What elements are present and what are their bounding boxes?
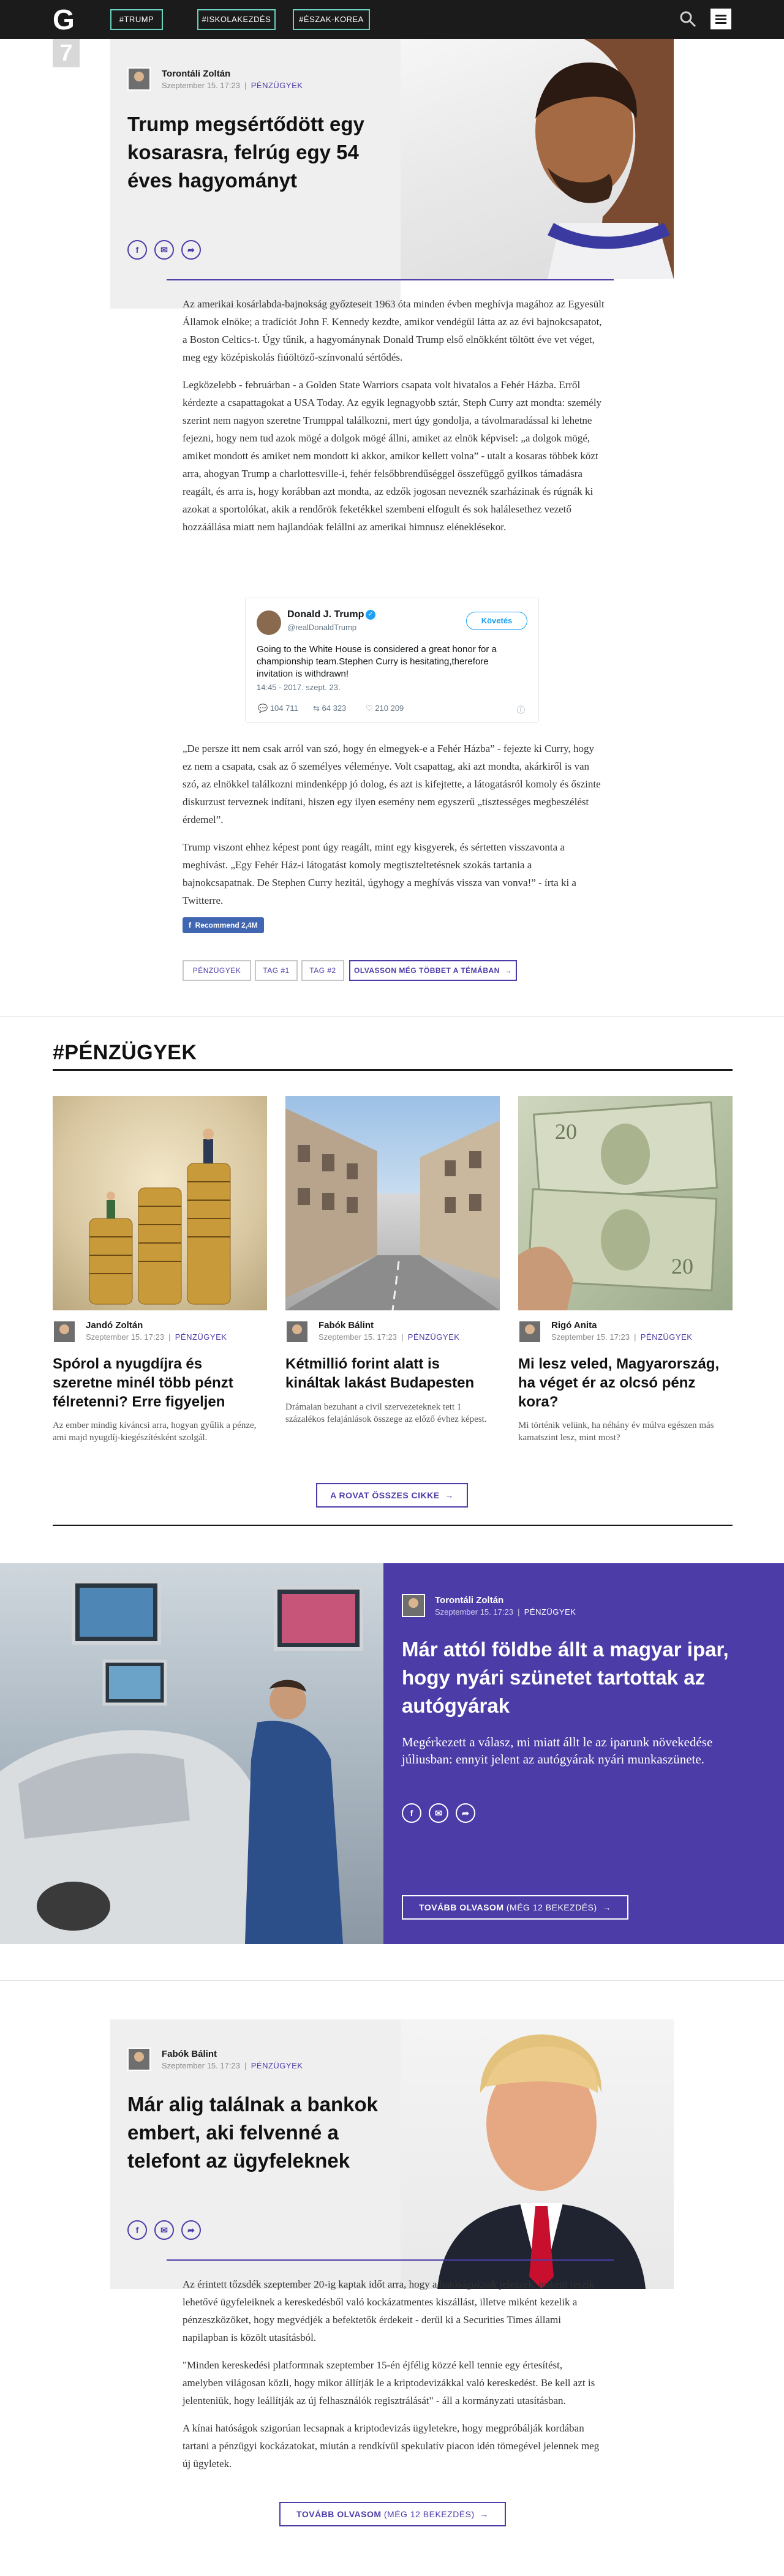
category-link[interactable]: PÉNZÜGYEK <box>524 1607 576 1617</box>
tweet-info-icon[interactable]: ⓘ <box>517 704 525 715</box>
article-paragraph: Trump viszont ehhez képest pont úgy reag… <box>183 841 576 906</box>
card-image-street[interactable] <box>285 1096 500 1310</box>
card-title[interactable]: Kétmillió forint alatt is kináltak lakás… <box>285 1354 494 1392</box>
category-link[interactable]: PÉNZÜGYEK <box>641 1332 693 1342</box>
hamburger-menu-icon[interactable] <box>710 9 731 29</box>
author-avatar <box>53 1320 76 1343</box>
tag-1[interactable]: TAG #1 <box>255 960 298 981</box>
author-name[interactable]: Torontáli Zoltán <box>435 1595 503 1605</box>
facebook-share-icon[interactable]: f <box>127 240 147 260</box>
svg-text:20: 20 <box>555 1119 577 1144</box>
tweet-author-name[interactable]: Donald J. Trump <box>287 609 364 620</box>
search-icon[interactable] <box>679 10 697 28</box>
article-paragraph: A kínai hatóságok szigorúan lecsapnak a … <box>183 2422 600 2469</box>
author-name[interactable]: Rigó Anita <box>551 1320 597 1331</box>
author-avatar <box>518 1320 541 1343</box>
facebook-share-icon[interactable]: f <box>402 1803 421 1823</box>
email-share-icon[interactable]: ✉ <box>429 1803 448 1823</box>
author-meta: Szeptember 15. 17:23 | PÉNZÜGYEK <box>551 1332 693 1342</box>
author-avatar <box>127 67 151 91</box>
article-hero-photo <box>401 2019 674 2289</box>
article-body: Az amerikai kosárlabda-bajnokság győztes… <box>183 295 605 546</box>
share-arrow-icon[interactable]: ➦ <box>181 2220 201 2240</box>
article-body-continued: „De persze itt nem csak arról van szó, h… <box>183 740 605 919</box>
article-paragraph: "Minden kereskedési platformnak szeptemb… <box>183 2359 595 2406</box>
card-title[interactable]: Mi lesz veled, Magyarország, ha véget ér… <box>518 1354 726 1411</box>
email-share-icon[interactable]: ✉ <box>154 2220 174 2240</box>
svg-text:20: 20 <box>671 1254 693 1279</box>
embedded-tweet[interactable]: Donald J. Trump ✓ @realDonaldTrump Követ… <box>245 598 539 723</box>
nav-tag-eszak-korea[interactable]: #ÉSZAK-KOREA <box>293 9 370 30</box>
article-paragraph: Az amerikai kosárlabda-bajnokság győztes… <box>183 298 605 363</box>
site-logo[interactable]: G <box>53 5 80 34</box>
category-link[interactable]: PÉNZÜGYEK <box>175 1332 227 1342</box>
article-paragraph: „De persze itt nem csak arról van szó, h… <box>183 743 601 825</box>
share-arrow-icon[interactable]: ➦ <box>456 1803 475 1823</box>
feature-panel: Torontáli Zoltán Szeptember 15. 17:23 | … <box>383 1563 784 1944</box>
author-meta: Szeptember 15. 17:23 | PÉNZÜGYEK <box>162 81 303 90</box>
nav-tag-iskolakezdes[interactable]: #ISKOLAKEZDÉS <box>197 9 276 30</box>
section-bottom-rule <box>53 1525 733 1526</box>
article-body: Az érintett tőzsdék szeptember 20-ig kap… <box>183 2275 605 2482</box>
card-excerpt: Mi történik velünk, ha néhány év múlva e… <box>518 1421 714 1443</box>
section-divider <box>0 1016 784 1017</box>
article-hero-photo <box>401 39 674 279</box>
verified-badge-icon: ✓ <box>366 610 375 620</box>
share-arrow-icon[interactable]: ➦ <box>181 240 201 260</box>
all-section-articles-button[interactable]: A ROVAT ÖSSZES CIKKE → <box>316 1483 468 1508</box>
feature-read-more-button[interactable]: TOVÁBB OLVASOM (MÉG 12 BEKEZDÉS) → <box>402 1895 628 1920</box>
facebook-share-icon[interactable]: f <box>127 2220 147 2240</box>
article-headline[interactable]: Már alig találnak a bankok embert, aki f… <box>127 2090 385 2175</box>
card-title[interactable]: Spórol a nyugdíjra és szeretne minél töb… <box>53 1354 261 1411</box>
tag-2[interactable]: TAG #2 <box>301 960 344 981</box>
tweet-replies[interactable]: 💬 104 711 <box>258 704 298 713</box>
section-title[interactable]: #PÉNZÜGYEK <box>53 1041 197 1065</box>
author-meta: Szeptember 15. 17:23 | PÉNZÜGYEK <box>162 2061 303 2070</box>
article-headline[interactable]: Trump megsértődött egy kosarasra, felrúg… <box>127 110 385 195</box>
feature-lead: Megérkezett a válasz, mi miatt állt le a… <box>402 1735 713 1767</box>
author-avatar <box>285 1320 309 1343</box>
tweet-timestamp[interactable]: 14:45 - 2017. szept. 23. <box>257 683 341 692</box>
article-read-more-button[interactable]: TOVÁBB OLVASOM (MÉG 12 BEKEZDÉS) → <box>279 2502 506 2526</box>
more-on-topic-button[interactable]: OLVASSON MÉG TÖBBET A TÉMÁBAN → <box>349 960 517 981</box>
article-paragraph: Legközelebb - februárban - a Golden Stat… <box>183 379 602 533</box>
card-excerpt: Az ember mindig kíváncsi arra, hogyan gy… <box>53 1421 257 1443</box>
feature-headline[interactable]: Már attól földbe állt a magyar ipar, hog… <box>402 1635 757 1720</box>
category-link[interactable]: PÉNZÜGYEK <box>408 1332 460 1342</box>
tweet-retweets[interactable]: ⇆ 64 323 <box>313 704 346 713</box>
category-link[interactable]: PÉNZÜGYEK <box>251 81 303 90</box>
author-name[interactable]: Jandó Zoltán <box>86 1320 143 1331</box>
card-excerpt: Drámaian bezuhant a civil szervezeteknek… <box>285 1402 487 1424</box>
tweet-handle[interactable]: @realDonaldTrump <box>287 623 356 632</box>
author-name[interactable]: Fabók Bálint <box>318 1320 374 1331</box>
author-avatar <box>127 2048 151 2071</box>
author-meta: Szeptember 15. 17:23 | PÉNZÜGYEK <box>318 1332 460 1342</box>
card-image-dollars[interactable]: 20 20 <box>518 1096 733 1310</box>
tweet-text: Going to the White House is considered a… <box>257 644 497 679</box>
tag-penzugyek[interactable]: PÉNZÜGYEK <box>183 960 251 981</box>
tweet-likes[interactable]: ♡ 210 209 <box>366 704 404 713</box>
article-accent-line <box>167 279 614 280</box>
author-meta: Szeptember 15. 17:23 | PÉNZÜGYEK <box>435 1607 576 1617</box>
tweet-follow-button[interactable]: Követés <box>466 612 527 630</box>
feature-photo-car-factory <box>0 1563 383 1944</box>
nav-tag-trump[interactable]: #TRUMP <box>110 9 163 30</box>
author-meta: Szeptember 15. 17:23 | PÉNZÜGYEK <box>86 1332 227 1342</box>
article-accent-line <box>167 2259 614 2261</box>
category-link[interactable]: PÉNZÜGYEK <box>251 2061 303 2070</box>
author-name[interactable]: Torontáli Zoltán <box>162 69 230 79</box>
tweet-avatar <box>257 610 281 635</box>
rank-badge: 7 <box>53 39 80 67</box>
author-name[interactable]: Fabók Bálint <box>162 2049 217 2059</box>
section-divider <box>0 1980 784 1981</box>
section-title-underline <box>53 1069 733 1071</box>
email-share-icon[interactable]: ✉ <box>154 240 174 260</box>
card-image-coins[interactable] <box>53 1096 267 1310</box>
facebook-recommend-button[interactable]: f Recommend 2,4M <box>183 917 264 933</box>
top-navigation-bar: G #TRUMP #ISKOLAKEZDÉS #ÉSZAK-KOREA <box>0 0 784 39</box>
article-paragraph: Az érintett tőzsdék szeptember 20-ig kap… <box>183 2278 595 2343</box>
author-avatar <box>402 1594 425 1617</box>
